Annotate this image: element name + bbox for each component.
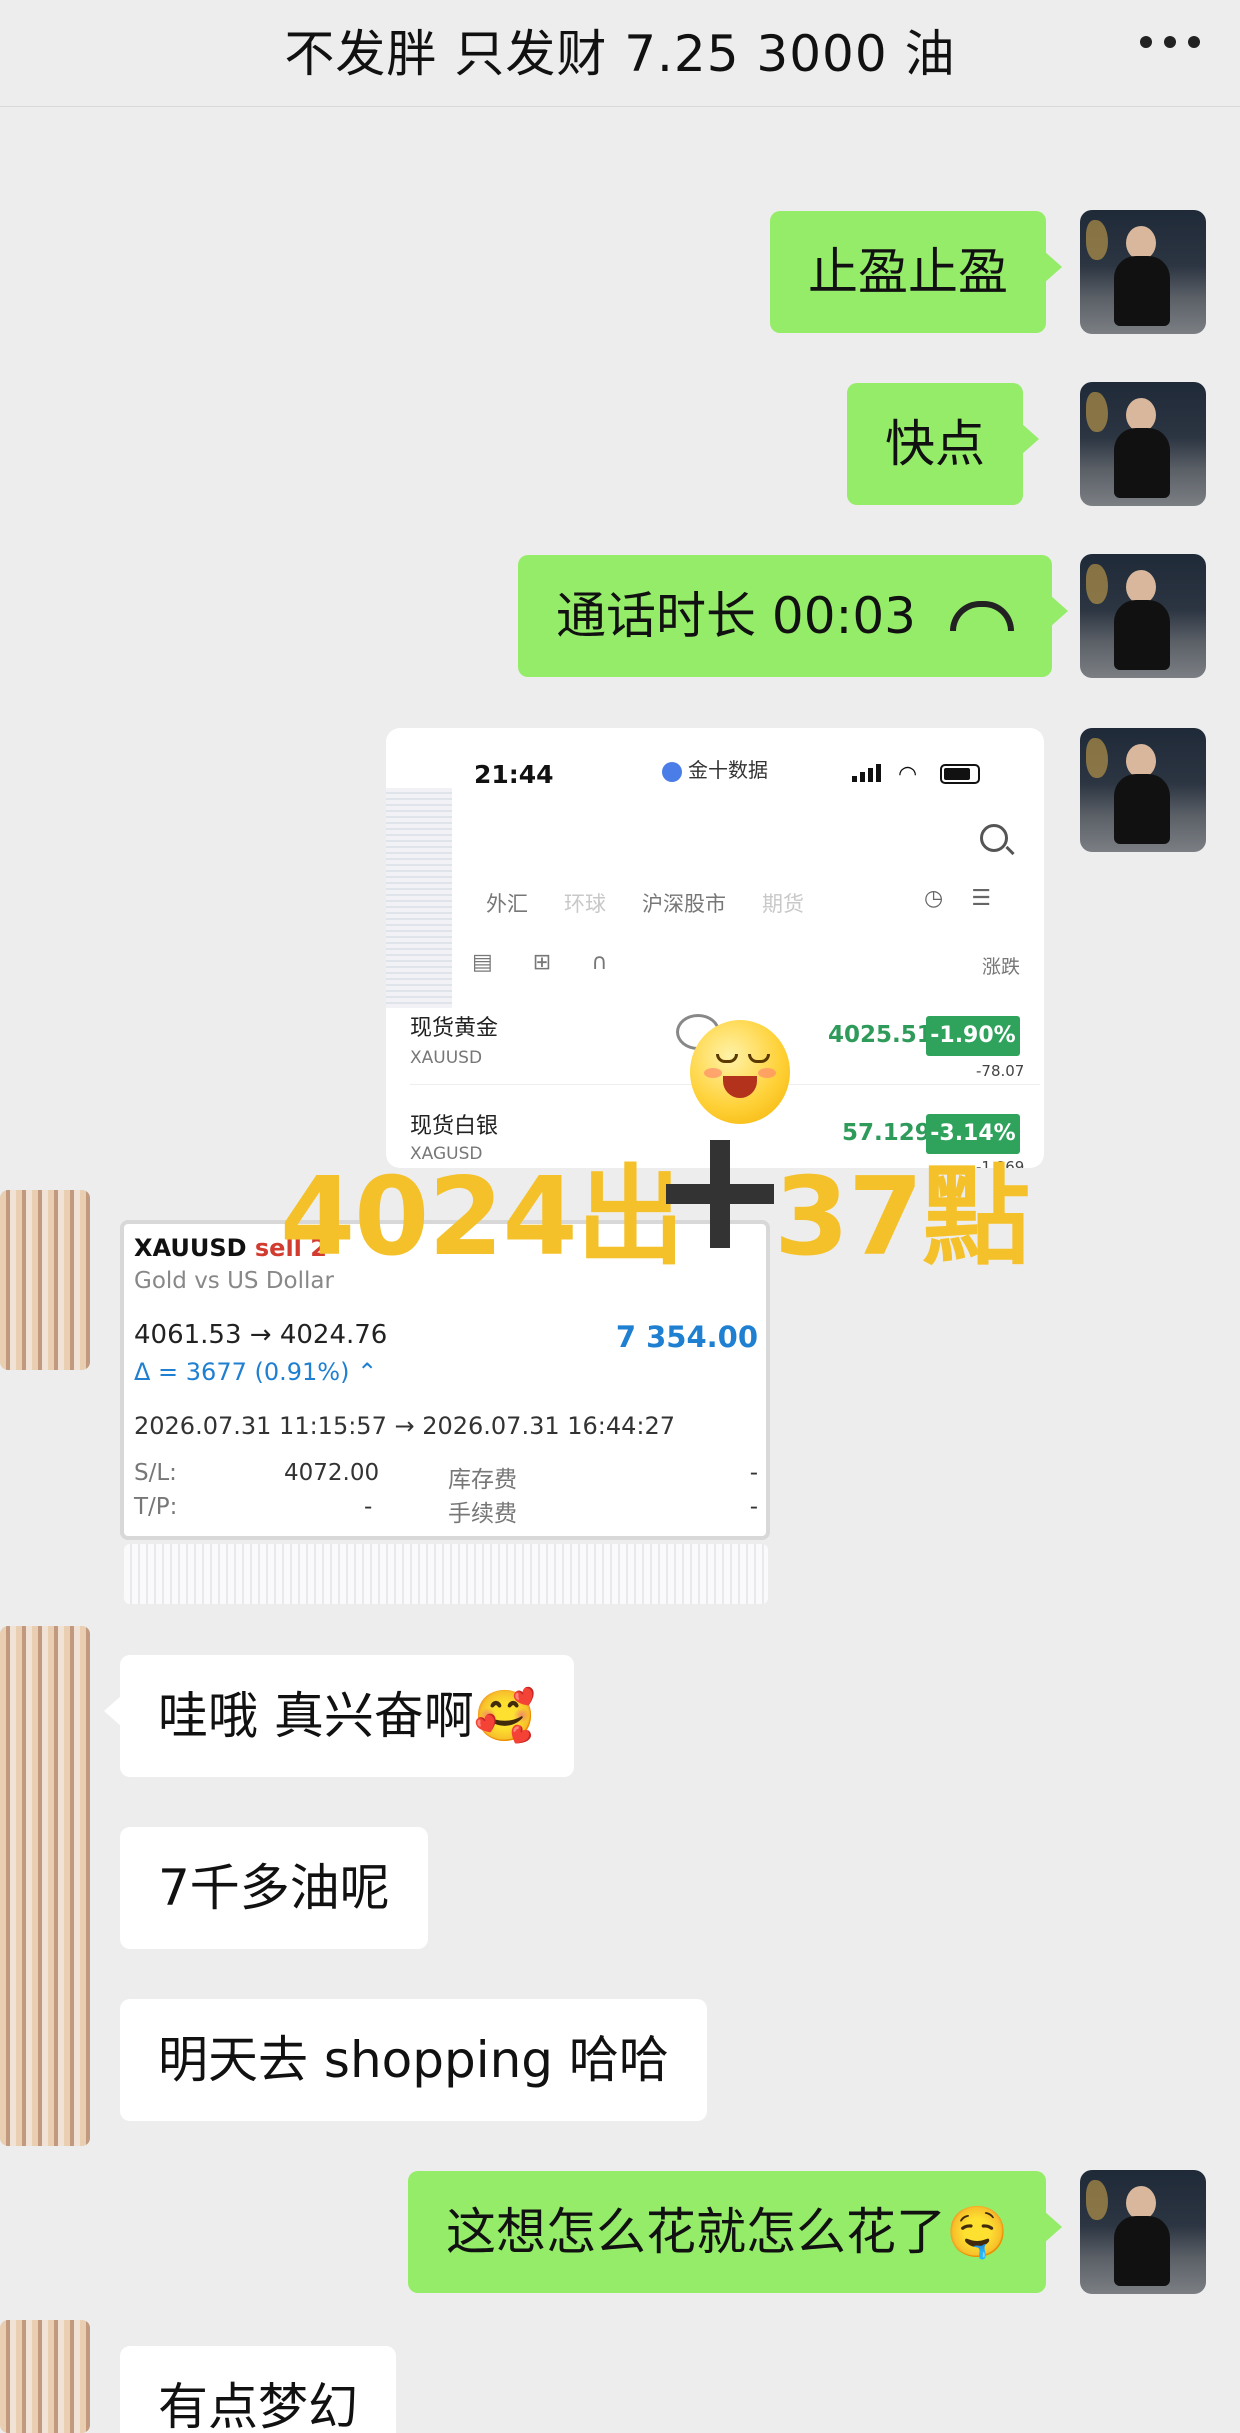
blurred-region xyxy=(386,788,452,1008)
market-tabs: 外汇 环球 沪深股市 期货 xyxy=(486,888,804,918)
message-text: 止盈止盈 xyxy=(808,243,1008,301)
list-view-icon: ▤ xyxy=(472,950,493,975)
my-avatar[interactable] xyxy=(1080,210,1206,334)
message-bubble-received[interactable]: 有点梦幻 xyxy=(120,2346,396,2433)
grid-view-icon: ⊞ xyxy=(532,950,552,975)
app-logo-icon xyxy=(662,761,682,782)
message-text: 明天去 shopping 哈哈 xyxy=(158,2031,669,2089)
sl-value: 4072.00 xyxy=(284,1460,380,1486)
message-text: 7千多油呢 xyxy=(158,1859,390,1917)
call-duration-text: 通话时长 00:03 xyxy=(556,587,916,645)
my-avatar[interactable] xyxy=(1080,728,1206,852)
overlay-annotation-right: 37點 xyxy=(774,1155,1030,1280)
sl-label: S/L: xyxy=(134,1460,177,1486)
quote-price: 4025.51 xyxy=(828,1022,933,1048)
tp-value: - xyxy=(364,1494,373,1520)
view-controls: ▤ ⊞ ∩ xyxy=(472,950,607,975)
message-text: 哇哦 真兴奋啊🥰 xyxy=(158,1687,537,1745)
quote-code: XAUUSD xyxy=(410,1048,483,1068)
message-bubble-sent[interactable]: 这想怎么花就怎么花了🤤 xyxy=(408,2171,1063,2293)
more-icon[interactable] xyxy=(1140,32,1200,52)
tab-futures: 期货 xyxy=(762,892,804,916)
contact-avatar[interactable] xyxy=(0,1190,90,1370)
chat-header: 不发胖 只发财 7.25 3000 油 xyxy=(0,0,1240,107)
contact-avatar[interactable] xyxy=(0,1626,90,2146)
my-avatar[interactable] xyxy=(1080,554,1206,678)
signal-icon xyxy=(852,764,881,782)
search-icon xyxy=(980,824,1008,852)
quote-percent-badge: -1.90% xyxy=(926,1016,1020,1056)
trade-delta: Δ = 3677 (0.91%) ⌃ xyxy=(134,1358,378,1386)
message-text: 有点梦幻 xyxy=(158,2378,358,2433)
trade-price-line: 4061.53 → 4024.76 xyxy=(134,1320,388,1350)
swap-label: 库存费 xyxy=(448,1467,517,1493)
overlay-annotation-left: 4024出 xyxy=(280,1155,685,1280)
wifi-icon: ◠ xyxy=(898,762,918,787)
message-text: 快点 xyxy=(885,415,985,473)
trade-dates: 2026.07.31 11:15:57 → 2026.07.31 16:44:2… xyxy=(134,1412,676,1440)
my-avatar[interactable] xyxy=(1080,2170,1206,2294)
tab-a-shares: 沪深股市 xyxy=(642,892,726,916)
tab-global: 环球 xyxy=(564,892,606,916)
plus-icon xyxy=(660,1134,780,1254)
my-avatar[interactable] xyxy=(1080,382,1206,506)
message-bubble-received[interactable]: 明天去 shopping 哈哈 xyxy=(120,1999,707,2121)
menu-icon: ☰ xyxy=(971,886,991,911)
status-bar-time: 21:44 xyxy=(474,760,554,789)
message-bubble-sent[interactable]: 快点 xyxy=(847,383,1039,505)
tab-tools: ◷ ☰ xyxy=(924,886,991,911)
quote-change: -78.07 xyxy=(976,1062,1025,1080)
chat-title: 不发胖 只发财 7.25 3000 油 xyxy=(284,25,956,83)
column-header-change: 涨跌 xyxy=(982,956,1021,978)
swap-value: - xyxy=(749,1460,758,1486)
message-bubble-received[interactable]: 7千多油呢 xyxy=(120,1827,428,1949)
message-text: 这想怎么花就怎么花了🤤 xyxy=(446,2203,1009,2261)
message-bubble-received[interactable]: 哇哦 真兴奋啊🥰 xyxy=(104,1655,575,1777)
headphones-icon: ∩ xyxy=(591,950,608,975)
fee-value: - xyxy=(749,1494,758,1520)
phone-hangup-icon xyxy=(950,600,1014,631)
blushing-face-emoji xyxy=(690,1020,790,1124)
tp-label: T/P: xyxy=(134,1494,178,1520)
clock-icon: ◷ xyxy=(924,886,944,911)
battery-icon xyxy=(940,764,980,784)
quote-name: 现货黄金 xyxy=(410,1016,499,1041)
blurred-region xyxy=(124,1544,768,1604)
tab-forex: 外汇 xyxy=(486,892,528,916)
app-name: 金十数据 xyxy=(662,754,768,783)
message-bubble-sent[interactable]: 止盈止盈 xyxy=(770,211,1062,333)
trade-profit: 7 354.00 xyxy=(615,1320,758,1354)
call-record-bubble[interactable]: 通话时长 00:03 xyxy=(518,555,1068,677)
fee-label: 手续费 xyxy=(448,1501,517,1527)
contact-avatar[interactable] xyxy=(0,2320,90,2433)
